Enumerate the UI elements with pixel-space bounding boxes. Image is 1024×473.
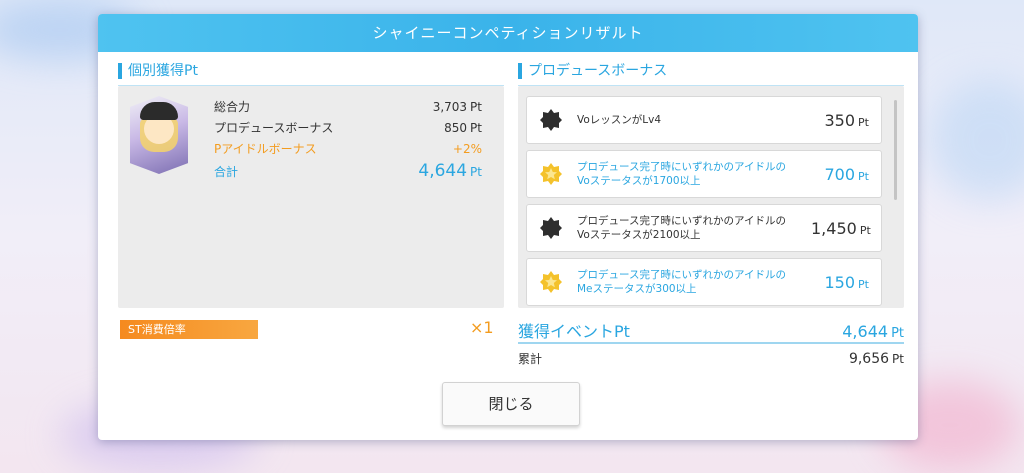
cumulative-row: 累計 9,656 Pt: [518, 350, 904, 370]
bonus-condition: プロデュース完了時にいずれかのアイドルの Voステータスが2100以上: [577, 215, 786, 241]
stat-row-total-power: 総合力 3,703 Pt: [214, 98, 482, 119]
bonus-unit: Pt: [858, 277, 869, 291]
bonus-value: 700: [824, 164, 856, 184]
cumulative-unit: Pt: [892, 352, 904, 366]
result-dialog: シャイニーコンペティションリザルト 個別獲得Pt プロデュースボーナス 総合力 …: [98, 14, 918, 440]
bonus-unit: Pt: [858, 115, 869, 129]
stat-value-wrap: 850 Pt: [444, 121, 482, 135]
stat-row-produce-bonus: プロデュースボーナス 850 Pt: [214, 119, 482, 140]
stat-value-wrap: 4,644 Pt: [418, 161, 482, 181]
stat-row-p-idol-bonus: Pアイドルボーナス +2%: [214, 140, 482, 161]
star-badge-dark-icon: [540, 109, 562, 131]
stats-list: 総合力 3,703 Pt プロデュースボーナス 850 Pt Pアイドルボーナス +…: [214, 98, 482, 182]
bonus-item: VoレッスンがLv4 350 Pt: [526, 96, 882, 144]
stat-label: プロデュースボーナス: [214, 121, 334, 135]
stat-label: 総合力: [214, 100, 251, 114]
bonus-item: プロデュース完了時にいずれかのアイドルの Voステータスが2100以上 1,45…: [526, 204, 882, 252]
star-badge-dark-icon: [540, 217, 562, 239]
event-pt-label: 獲得イベントPt: [518, 322, 630, 341]
event-pt-row: 獲得イベントPt 4,644 Pt: [518, 318, 904, 344]
idol-panda-hat: [140, 102, 178, 120]
stat-unit: Pt: [470, 121, 482, 135]
event-pt-unit: Pt: [891, 326, 904, 341]
star-badge-gold-icon: [540, 163, 562, 185]
cumulative-label: 累計: [518, 352, 543, 366]
bonus-condition: プロデュース完了時にいずれかのアイドルの Voステータスが1700以上: [577, 161, 786, 187]
bonus-unit: Pt: [859, 223, 871, 237]
produce-bonus-list[interactable]: VoレッスンがLv4 350 Pt プロデュース完了時にいずれかのアイドルの Vo…: [518, 86, 904, 308]
produce-bonus-heading: プロデュースボーナス: [518, 60, 904, 86]
individual-pt-heading-label: 個別獲得Pt: [128, 63, 198, 79]
stat-value: 4,644: [418, 161, 468, 181]
individual-pt-heading: 個別獲得Pt: [118, 60, 504, 86]
star-badge-gold-icon: [540, 271, 562, 293]
bonus-value-wrap: 700 Pt: [811, 165, 881, 184]
scrollbar[interactable]: [894, 100, 897, 200]
produce-bonus-heading-label: プロデュースボーナス: [528, 63, 668, 79]
bonus-value-wrap: 1,450 Pt: [811, 219, 881, 238]
bonus-unit: Pt: [858, 169, 869, 183]
cumulative-value: 9,656: [848, 351, 890, 367]
bonus-condition: VoレッスンがLv4: [577, 114, 662, 126]
bonus-value-wrap: 350 Pt: [811, 111, 881, 130]
stat-label: Pアイドルボーナス: [214, 142, 317, 156]
individual-pt-panel: 総合力 3,703 Pt プロデュースボーナス 850 Pt Pアイドルボーナス +…: [118, 86, 504, 308]
stat-value: 3,703: [432, 100, 468, 114]
stat-unit: Pt: [470, 100, 482, 114]
idol-portrait: [130, 96, 188, 174]
cumulative-value-wrap: 9,656 Pt: [849, 351, 904, 367]
bonus-value: 150: [824, 272, 856, 292]
close-button[interactable]: 閉じる: [442, 382, 580, 426]
bonus-value: 1,450: [811, 218, 857, 238]
st-multiplier-value: ×1: [470, 318, 494, 337]
background-blur: [930, 80, 1024, 200]
st-multiplier-label: ST消費倍率: [120, 320, 258, 339]
event-pt-value: 4,644: [842, 322, 889, 341]
stat-row-sum: 合計 4,644 Pt: [214, 161, 482, 182]
dialog-title: シャイニーコンペティションリザルト: [98, 14, 918, 52]
bonus-condition: プロデュース完了時にいずれかのアイドルの Meステータスが300以上: [577, 269, 786, 295]
bonus-value: 350: [824, 110, 856, 130]
bonus-value-wrap: 150 Pt: [811, 273, 881, 292]
stat-value: +2%: [452, 142, 482, 156]
event-pt-value-wrap: 4,644 Pt: [842, 322, 904, 341]
stat-value: 850: [444, 121, 468, 135]
bonus-item: プロデュース完了時にいずれかのアイドルの Voステータスが1700以上 700 P…: [526, 150, 882, 198]
bonus-item: プロデュース完了時にいずれかのアイドルの Meステータスが300以上 150 Pt: [526, 258, 882, 306]
stat-value-wrap: 3,703 Pt: [433, 100, 482, 114]
stat-label: 合計: [214, 165, 239, 179]
stat-unit: Pt: [470, 165, 482, 179]
